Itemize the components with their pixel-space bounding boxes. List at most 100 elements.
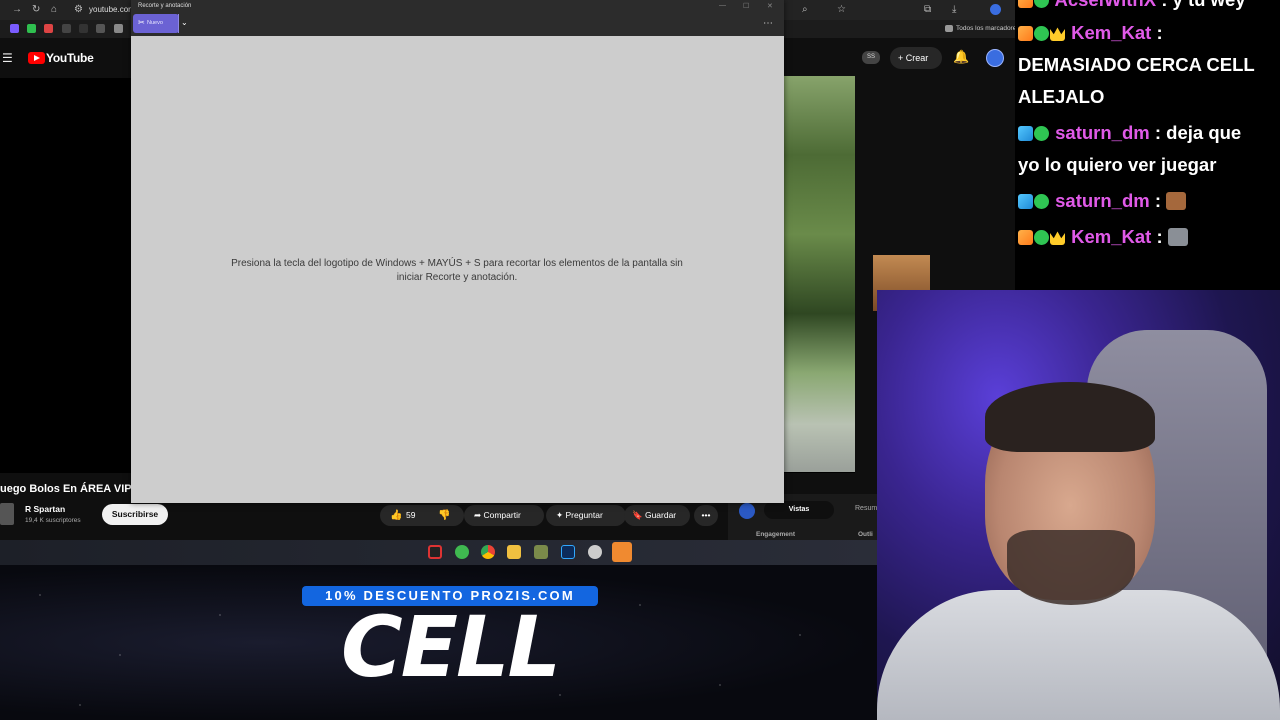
video-title: uego Bolos En ÁREA VIP bbox=[0, 483, 132, 495]
all-bookmarks[interactable]: Todos los marcadores bbox=[956, 25, 1020, 32]
chat-username: Kem_Kat bbox=[1071, 226, 1152, 247]
sub-badge-icon bbox=[1018, 126, 1033, 141]
stream-scene: → ↻ ⌂ ⚙ youtube.com ⌕ ☆ ⧉ ⤓ Todos los ma… bbox=[0, 0, 1280, 720]
home-icon[interactable]: ⌂ bbox=[51, 4, 57, 16]
channel-avatar[interactable] bbox=[0, 503, 14, 525]
download-icon[interactable]: ⤓ bbox=[952, 4, 956, 16]
chat-message: AcselWithX : y tu wey bbox=[1018, 0, 1246, 16]
chat-message: saturn_dm : deja que bbox=[1018, 117, 1241, 149]
snip-instructions: Presiona la tecla del logotipo de Window… bbox=[231, 258, 683, 283]
bookmark-icon[interactable] bbox=[96, 24, 105, 33]
bookmark-icon[interactable] bbox=[10, 24, 19, 33]
snip-titlebar: Recorte y anotación ✂ Nuevo ⌄ — ☐ ✕ ⋯ bbox=[131, 0, 784, 36]
share-button[interactable]: ➦ Compartir bbox=[464, 505, 544, 526]
sub-badge-icon bbox=[1018, 26, 1033, 41]
file-explorer-icon[interactable] bbox=[507, 545, 521, 559]
like-dislike-group: 👍 59 👎 bbox=[380, 505, 464, 526]
chat-text: : deja que bbox=[1149, 122, 1242, 143]
chat-message-text: ALEJALO bbox=[1018, 86, 1105, 107]
new-snip-label: Nuevo bbox=[147, 20, 163, 26]
close-icon[interactable]: ✕ bbox=[767, 2, 773, 10]
chat-overlay: AcselWithX : y tu wey Kem_Kat : DEMASIAD… bbox=[1015, 0, 1280, 290]
app-icon[interactable] bbox=[455, 545, 469, 559]
snipping-tool-icon[interactable] bbox=[612, 542, 632, 562]
address-bar[interactable]: youtube.com bbox=[89, 5, 135, 14]
folder-icon bbox=[945, 25, 953, 32]
snipping-tool-window: Recorte y anotación ✂ Nuevo ⌄ — ☐ ✕ ⋯ Pr… bbox=[131, 0, 784, 503]
chrome-icon[interactable] bbox=[481, 545, 495, 559]
emoji-badge-icon bbox=[1034, 194, 1049, 209]
emoji-badge-icon bbox=[1034, 230, 1049, 245]
record-app-icon[interactable] bbox=[428, 545, 442, 559]
crown-badge-icon bbox=[1050, 27, 1065, 41]
minecraft-icon[interactable] bbox=[534, 545, 548, 559]
chat-username: saturn_dm bbox=[1055, 190, 1150, 211]
chat-message-text: DEMASIADO CERCA CELL bbox=[1018, 54, 1255, 75]
extensions-icon[interactable]: ⧉ bbox=[924, 4, 931, 16]
profile-icon[interactable] bbox=[990, 4, 1001, 15]
emoji-badge-icon bbox=[1034, 0, 1049, 8]
app-icon[interactable] bbox=[588, 545, 602, 559]
subscriber-count: 19,4 K suscriptores bbox=[25, 517, 81, 524]
subscribe-button[interactable]: Suscribirse bbox=[102, 504, 168, 525]
divider bbox=[178, 14, 179, 33]
chat-username: saturn_dm bbox=[1055, 122, 1150, 143]
tab-views[interactable]: Vistas bbox=[764, 501, 834, 519]
crown-badge-icon bbox=[1050, 231, 1065, 245]
tiktok-icon[interactable] bbox=[79, 24, 88, 33]
like-icon[interactable]: 👍 bbox=[390, 505, 402, 526]
avatar[interactable] bbox=[986, 49, 1004, 67]
streamer-shirt bbox=[877, 590, 1280, 720]
photoshop-icon[interactable] bbox=[561, 545, 575, 559]
gmail-icon[interactable] bbox=[44, 24, 53, 33]
more-options-icon[interactable]: ⋯ bbox=[763, 18, 774, 29]
extension-icon[interactable] bbox=[739, 503, 755, 519]
bookmark-icon[interactable] bbox=[27, 24, 36, 33]
maximize-icon[interactable]: ☐ bbox=[743, 2, 749, 10]
notifications-icon[interactable]: 🔔 bbox=[953, 49, 969, 65]
window-title: Recorte y anotación bbox=[138, 3, 192, 9]
youtube-logo[interactable]: YouTube bbox=[46, 51, 94, 65]
minimize-icon[interactable]: — bbox=[719, 2, 726, 9]
emoji-badge-icon bbox=[1034, 126, 1049, 141]
chat-text: : bbox=[1151, 226, 1163, 247]
dislike-icon[interactable]: 👎 bbox=[438, 505, 450, 526]
chat-message-text: yo lo quiero ver juegar bbox=[1018, 154, 1217, 175]
bookmark-star-icon[interactable]: ☆ bbox=[837, 4, 846, 16]
chat-message: Kem_Kat : bbox=[1018, 17, 1163, 49]
taskbar bbox=[0, 540, 877, 565]
like-count[interactable]: 59 bbox=[406, 505, 415, 526]
channel-name[interactable]: R Spartan bbox=[25, 504, 65, 514]
site-info-icon[interactable]: ⚙ bbox=[74, 4, 83, 16]
bookmark-icon[interactable] bbox=[114, 24, 123, 33]
save-button[interactable]: 🔖 Guardar bbox=[624, 505, 690, 526]
zoom-icon[interactable]: ⌕ bbox=[802, 4, 808, 16]
save-label: Guardar bbox=[644, 510, 677, 520]
more-actions-button[interactable]: ••• bbox=[694, 505, 718, 526]
share-label: Compartir bbox=[483, 510, 521, 520]
x-icon[interactable] bbox=[62, 24, 71, 33]
engagement-label: Engagement bbox=[756, 531, 796, 538]
emote-icon bbox=[1166, 192, 1187, 210]
new-snip-button[interactable]: ✂ Nuevo bbox=[133, 14, 179, 33]
sub-badge-icon bbox=[1018, 0, 1033, 8]
chat-message: Kem_Kat : bbox=[1018, 221, 1188, 253]
chat-text: : bbox=[1151, 22, 1163, 43]
promo-banner: 10% DESCUENTO PROZIS.COM CELL bbox=[0, 565, 877, 720]
cat-emote-icon bbox=[1167, 228, 1188, 246]
reload-icon[interactable]: ↻ bbox=[32, 4, 40, 16]
chat-username: AcselWithX bbox=[1054, 0, 1156, 10]
chat-message: saturn_dm : bbox=[1018, 185, 1187, 217]
tab-summary[interactable]: Resum bbox=[855, 505, 877, 512]
ss-badge[interactable]: SS bbox=[862, 51, 880, 64]
chat-text: : y tu wey bbox=[1156, 0, 1245, 10]
ask-button[interactable]: ✦ Preguntar bbox=[546, 505, 626, 526]
menu-icon[interactable]: ☰ bbox=[2, 51, 13, 65]
sub-badge-icon bbox=[1018, 230, 1033, 245]
chevron-down-icon[interactable]: ⌄ bbox=[181, 18, 188, 27]
youtube-logo-icon[interactable] bbox=[28, 52, 45, 64]
outline-label: Outli bbox=[858, 531, 873, 538]
forward-icon[interactable]: → bbox=[12, 4, 22, 16]
create-button[interactable]: + Crear bbox=[890, 47, 942, 69]
video-frame bbox=[784, 76, 855, 472]
